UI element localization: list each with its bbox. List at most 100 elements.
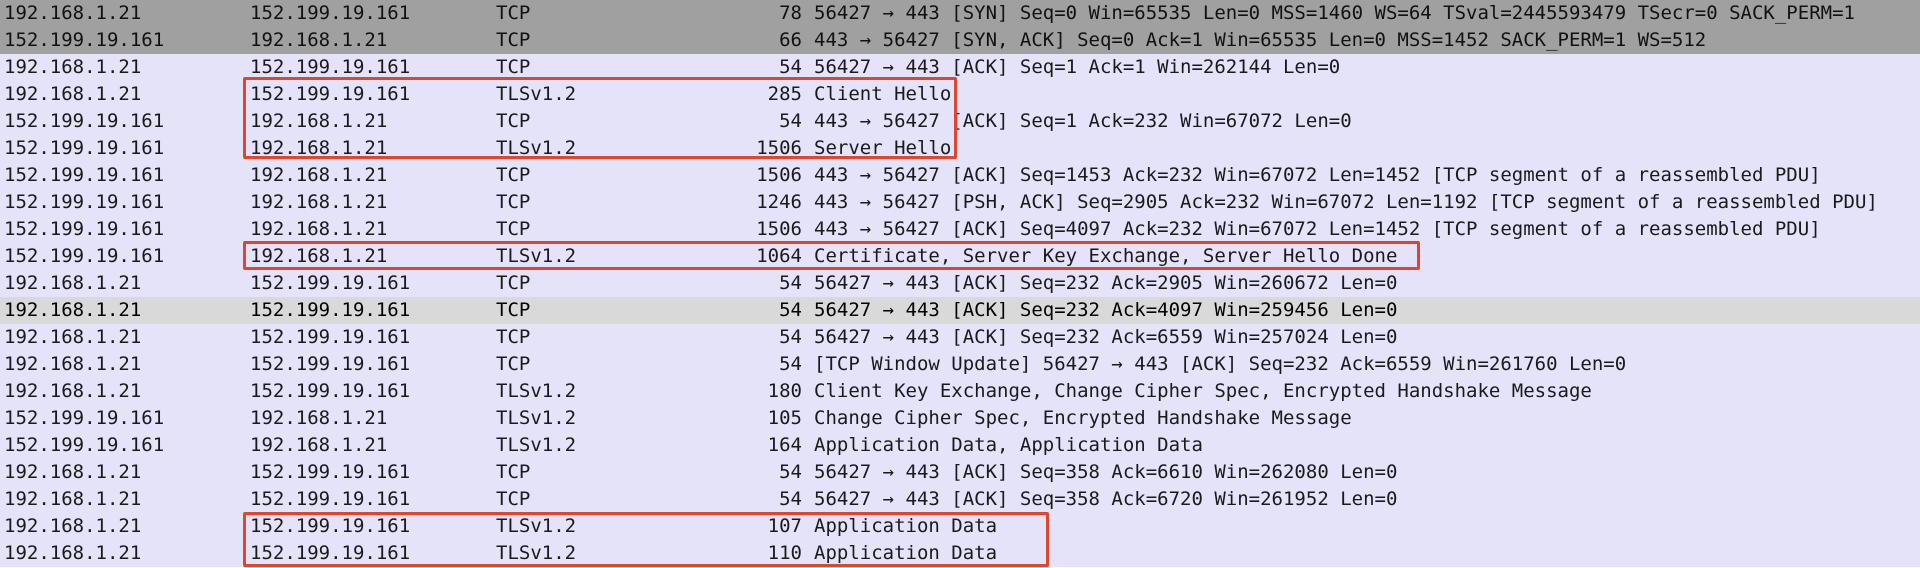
packet-row-selected[interactable]: 192.168.1.21 152.199.19.161 TCP 54 56427…: [0, 297, 1920, 324]
length-cell: 164: [767, 434, 802, 456]
protocol-cell: TCP: [496, 488, 531, 510]
info-cell: Application Data: [814, 542, 998, 564]
packet-row[interactable]: 152.199.19.161 192.168.1.21 TCP 1506 443…: [0, 216, 1920, 243]
destination-cell: 192.168.1.21: [250, 164, 388, 186]
source-cell: 152.199.19.161: [4, 434, 165, 456]
length-cell: 54: [779, 488, 802, 510]
destination-cell: 152.199.19.161: [250, 515, 411, 537]
protocol-cell: TCP: [496, 299, 531, 321]
destination-cell: 192.168.1.21: [250, 245, 388, 267]
protocol-cell: TLSv1.2: [496, 434, 577, 456]
info-cell: 443 → 56427 [PSH, ACK] Seq=2905 Ack=232 …: [814, 191, 1878, 213]
source-cell: 192.168.1.21: [4, 326, 142, 348]
info-cell: 56427 → 443 [ACK] Seq=1 Ack=1 Win=262144…: [814, 56, 1341, 78]
protocol-cell: TCP: [496, 191, 531, 213]
protocol-cell: TLSv1.2: [496, 83, 577, 105]
packet-row[interactable]: 192.168.1.21 152.199.19.161 TCP 54 56427…: [0, 270, 1920, 297]
source-cell: 192.168.1.21: [4, 542, 142, 564]
packet-list: 192.168.1.21 152.199.19.161 TCP 78 56427…: [0, 0, 1920, 567]
source-cell: 152.199.19.161: [4, 110, 165, 132]
length-cell: 54: [779, 326, 802, 348]
length-cell: 78: [779, 2, 802, 24]
packet-row[interactable]: 192.168.1.21 152.199.19.161 TCP 54 [TCP …: [0, 351, 1920, 378]
source-cell: 192.168.1.21: [4, 2, 142, 24]
destination-cell: 152.199.19.161: [250, 542, 411, 564]
packet-row[interactable]: 152.199.19.161 192.168.1.21 TLSv1.2 105 …: [0, 405, 1920, 432]
source-cell: 192.168.1.21: [4, 380, 142, 402]
destination-cell: 192.168.1.21: [250, 218, 388, 240]
length-cell: 107: [767, 515, 802, 537]
packet-row[interactable]: 192.168.1.21 152.199.19.161 TLSv1.2 107 …: [0, 513, 1920, 540]
protocol-cell: TLSv1.2: [496, 245, 577, 267]
destination-cell: 192.168.1.21: [250, 29, 388, 51]
source-cell: 192.168.1.21: [4, 299, 142, 321]
info-cell: Certificate, Server Key Exchange, Server…: [814, 245, 1398, 267]
source-cell: 192.168.1.21: [4, 56, 142, 78]
info-cell: 56427 → 443 [ACK] Seq=232 Ack=6559 Win=2…: [814, 326, 1398, 348]
protocol-cell: TLSv1.2: [496, 515, 577, 537]
length-cell: 1246: [756, 191, 802, 213]
length-cell: 1064: [756, 245, 802, 267]
protocol-cell: TCP: [496, 2, 531, 24]
packet-row[interactable]: 192.168.1.21 152.199.19.161 TCP 54 56427…: [0, 324, 1920, 351]
packet-row[interactable]: 152.199.19.161 192.168.1.21 TLSv1.2 164 …: [0, 432, 1920, 459]
destination-cell: 192.168.1.21: [250, 434, 388, 456]
protocol-cell: TCP: [496, 56, 531, 78]
info-cell: 56427 → 443 [ACK] Seq=232 Ack=2905 Win=2…: [814, 272, 1398, 294]
info-cell: 443 → 56427 [ACK] Seq=1453 Ack=232 Win=6…: [814, 164, 1821, 186]
info-cell: 56427 → 443 [ACK] Seq=232 Ack=4097 Win=2…: [814, 299, 1398, 321]
source-cell: 152.199.19.161: [4, 137, 165, 159]
length-cell: 1506: [756, 164, 802, 186]
destination-cell: 192.168.1.21: [250, 137, 388, 159]
packet-row[interactable]: 152.199.19.161 192.168.1.21 TCP 66 443 →…: [0, 27, 1920, 54]
destination-cell: 152.199.19.161: [250, 56, 411, 78]
source-cell: 152.199.19.161: [4, 164, 165, 186]
packet-row[interactable]: 152.199.19.161 192.168.1.21 TCP 1246 443…: [0, 189, 1920, 216]
source-cell: 152.199.19.161: [4, 191, 165, 213]
length-cell: 1506: [756, 137, 802, 159]
protocol-cell: TCP: [496, 272, 531, 294]
destination-cell: 152.199.19.161: [250, 272, 411, 294]
packet-row[interactable]: 152.199.19.161 192.168.1.21 TCP 54 443 →…: [0, 108, 1920, 135]
destination-cell: 152.199.19.161: [250, 353, 411, 375]
info-cell: 56427 → 443 [SYN] Seq=0 Win=65535 Len=0 …: [814, 2, 1855, 24]
length-cell: 54: [779, 272, 802, 294]
protocol-cell: TLSv1.2: [496, 407, 577, 429]
packet-row[interactable]: 192.168.1.21 152.199.19.161 TCP 78 56427…: [0, 0, 1920, 27]
length-cell: 54: [779, 110, 802, 132]
protocol-cell: TLSv1.2: [496, 380, 577, 402]
packet-row[interactable]: 192.168.1.21 152.199.19.161 TLSv1.2 180 …: [0, 378, 1920, 405]
protocol-cell: TCP: [496, 164, 531, 186]
info-cell: 56427 → 443 [ACK] Seq=358 Ack=6720 Win=2…: [814, 488, 1398, 510]
destination-cell: 152.199.19.161: [250, 326, 411, 348]
source-cell: 192.168.1.21: [4, 515, 142, 537]
packet-row[interactable]: 192.168.1.21 152.199.19.161 TCP 54 56427…: [0, 486, 1920, 513]
length-cell: 285: [767, 83, 802, 105]
packet-row[interactable]: 192.168.1.21 152.199.19.161 TCP 54 56427…: [0, 459, 1920, 486]
destination-cell: 152.199.19.161: [250, 83, 411, 105]
source-cell: 192.168.1.21: [4, 461, 142, 483]
packet-row[interactable]: 152.199.19.161 192.168.1.21 TLSv1.2 1064…: [0, 243, 1920, 270]
protocol-cell: TCP: [496, 218, 531, 240]
packet-row[interactable]: 152.199.19.161 192.168.1.21 TLSv1.2 1506…: [0, 135, 1920, 162]
protocol-cell: TLSv1.2: [496, 542, 577, 564]
length-cell: 54: [779, 461, 802, 483]
info-cell: 56427 → 443 [ACK] Seq=358 Ack=6610 Win=2…: [814, 461, 1398, 483]
length-cell: 54: [779, 299, 802, 321]
info-cell: 443 → 56427 [ACK] Seq=4097 Ack=232 Win=6…: [814, 218, 1821, 240]
packet-row[interactable]: 192.168.1.21 152.199.19.161 TCP 54 56427…: [0, 54, 1920, 81]
length-cell: 105: [767, 407, 802, 429]
protocol-cell: TCP: [496, 353, 531, 375]
source-cell: 192.168.1.21: [4, 272, 142, 294]
length-cell: 180: [767, 380, 802, 402]
destination-cell: 192.168.1.21: [250, 407, 388, 429]
packet-row[interactable]: 192.168.1.21 152.199.19.161 TLSv1.2 285 …: [0, 81, 1920, 108]
packet-row[interactable]: 192.168.1.21 152.199.19.161 TLSv1.2 110 …: [0, 540, 1920, 567]
destination-cell: 152.199.19.161: [250, 461, 411, 483]
length-cell: 1506: [756, 218, 802, 240]
info-cell: Change Cipher Spec, Encrypted Handshake …: [814, 407, 1352, 429]
length-cell: 66: [779, 29, 802, 51]
length-cell: 54: [779, 56, 802, 78]
protocol-cell: TCP: [496, 29, 531, 51]
packet-row[interactable]: 152.199.19.161 192.168.1.21 TCP 1506 443…: [0, 162, 1920, 189]
